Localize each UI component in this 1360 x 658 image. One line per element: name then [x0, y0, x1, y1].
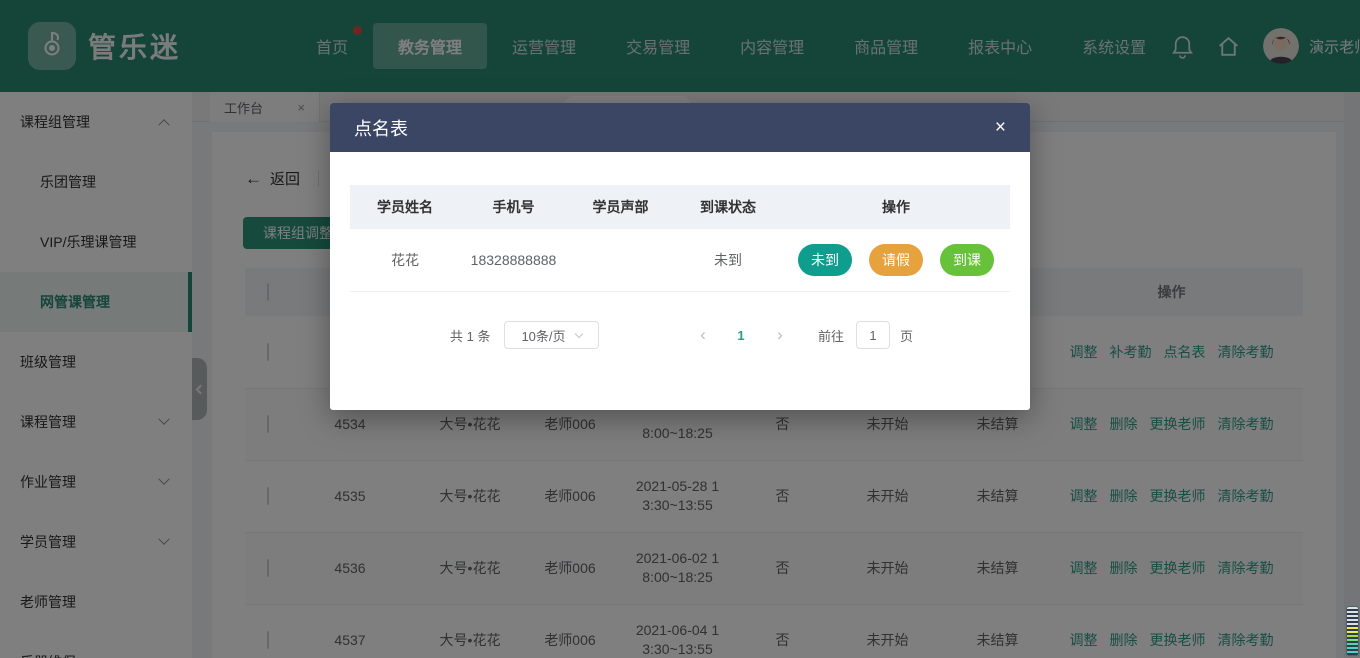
goto-label: 前往 — [818, 321, 844, 349]
prev-page-button[interactable]: ‹ — [693, 321, 713, 349]
attendance-actions: 未到 请假 到课 — [782, 244, 1010, 276]
roll-call-table: 学员姓名 手机号 学员声部 到课状态 操作 花花 18328888888 未到 … — [350, 185, 1010, 292]
page-size-select[interactable]: 10条/页 — [504, 321, 599, 349]
mark-leave-button[interactable]: 请假 — [869, 244, 923, 276]
modal-table-row: 花花 18328888888 未到 未到 请假 到课 — [350, 229, 1010, 291]
attendance-status: 未到 — [674, 229, 782, 291]
page-number[interactable]: 1 — [730, 321, 752, 349]
modal-header: 点名表 × — [330, 103, 1030, 152]
total-count: 共 1 条 — [450, 321, 490, 349]
modal-table-header-row: 学员姓名 手机号 学员声部 到课状态 操作 — [350, 185, 1010, 229]
next-page-button[interactable]: › — [770, 321, 790, 349]
student-name: 花花 — [350, 229, 460, 291]
modal-title: 点名表 — [354, 115, 408, 141]
chevron-down-icon — [574, 329, 582, 337]
scrollbar-thumb[interactable] — [1346, 606, 1359, 656]
goto-page-input[interactable] — [856, 321, 890, 349]
close-icon[interactable]: × — [995, 118, 1006, 137]
pagination: 共 1 条 10条/页 ‹ 1 › 前往 页 — [330, 321, 1030, 349]
page-unit-label: 页 — [900, 321, 913, 349]
roll-call-modal: 点名表 × 学员姓名 手机号 学员声部 到课状态 操作 花花 183288888… — [330, 103, 1030, 410]
mark-absent-button[interactable]: 未到 — [798, 244, 852, 276]
student-part — [567, 229, 674, 291]
student-phone: 18328888888 — [460, 229, 567, 291]
mark-attended-button[interactable]: 到课 — [940, 244, 994, 276]
